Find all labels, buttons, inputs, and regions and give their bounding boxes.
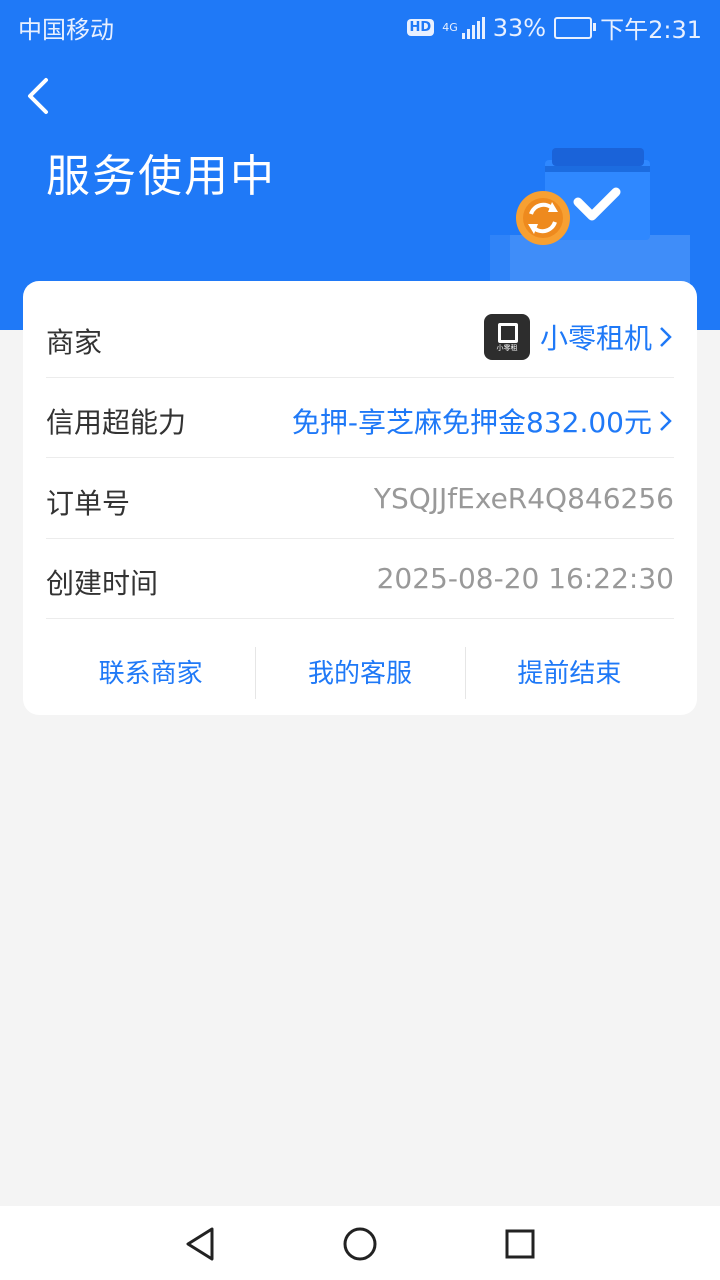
system-navigation-bar <box>0 1206 720 1280</box>
credit-row[interactable]: 信用超能力 免押-享芝麻免押金832.00元 <box>46 377 674 458</box>
order-card: 商家 小零租 小零租机 信用超能力 免押-享芝麻免押金832.00元 订单号 Y… <box>23 281 697 715</box>
carrier-name: 中国移动 <box>18 16 114 44</box>
created-time-row: 创建时间 2025-08-20 16:22:30 <box>46 538 674 619</box>
hd-icon: HD <box>406 19 435 36</box>
merchant-name: 小零租机 <box>539 322 652 355</box>
credit-value[interactable]: 免押-享芝麻免押金832.00元 <box>292 401 674 441</box>
end-early-button[interactable]: 提前结束 <box>464 643 674 699</box>
order-number-value: YSQJJfExeR4Q846256 <box>373 482 674 515</box>
merchant-value[interactable]: 小零租 小零租机 <box>483 314 674 360</box>
order-number-row: 订单号 YSQJJfExeR4Q846256 <box>46 458 674 539</box>
merchant-logo: 小零租 <box>483 314 530 360</box>
created-time-label: 创建时间 <box>46 567 159 600</box>
action-bar: 联系商家 我的客服 提前结束 <box>46 643 674 699</box>
battery-percent: 33% <box>492 13 547 42</box>
network-type: 4G <box>442 20 458 34</box>
contact-merchant-button[interactable]: 联系商家 <box>46 643 255 699</box>
triangle-back-icon[interactable] <box>180 1224 220 1264</box>
created-time-value: 2025-08-20 16:22:30 <box>376 562 674 595</box>
circle-home-icon[interactable] <box>340 1224 380 1264</box>
status-bar: 中国移动 HD 4G 33% 下午2:31 <box>0 0 720 50</box>
chevron-right-icon <box>660 411 672 431</box>
order-number-label: 订单号 <box>46 487 131 520</box>
service-illustration <box>490 148 690 300</box>
signal-icon <box>461 16 485 39</box>
page-title: 服务使用中 <box>46 151 276 202</box>
status-icons: HD 4G 33% 下午2:31 <box>406 10 702 45</box>
credit-text: 免押-享芝麻免押金832.00元 <box>291 406 652 439</box>
merchant-row[interactable]: 商家 小零租 小零租机 <box>46 297 674 378</box>
back-icon[interactable] <box>20 74 60 118</box>
credit-label: 信用超能力 <box>46 406 187 439</box>
square-recent-icon[interactable] <box>500 1224 540 1264</box>
clock: 下午2:31 <box>600 16 702 44</box>
customer-service-button[interactable]: 我的客服 <box>255 643 464 699</box>
merchant-label: 商家 <box>46 326 103 359</box>
battery-icon <box>554 16 597 39</box>
chevron-right-icon <box>660 327 672 347</box>
